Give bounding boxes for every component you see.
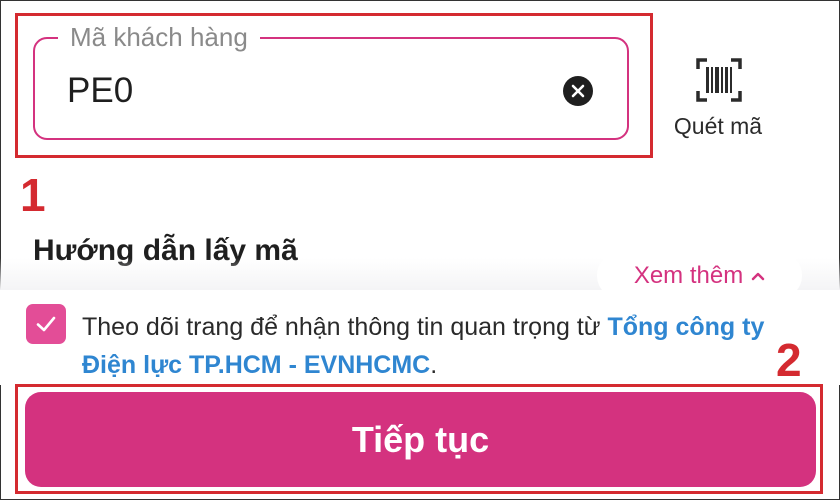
highlight-box-step-2 [15,384,823,494]
step-number-2: 2 [776,334,802,386]
see-more-label: Xem thêm [633,261,744,289]
scan-code-button[interactable]: Quét mã [662,52,774,140]
step-number-1: 1 [20,169,46,221]
consent-text: Theo dõi trang để nhận thông tin quan tr… [82,308,772,384]
consent-text-before: Theo dõi trang để nhận thông tin quan tr… [82,313,608,341]
scan-code-label: Quét mã [673,113,763,139]
consent-checkbox[interactable] [26,304,66,344]
consent-text-after: . [430,351,438,379]
checkmark-icon [36,316,56,332]
highlight-box-step-1 [15,13,653,158]
chevron-up-icon [751,272,765,280]
barcode-scan-icon [696,58,742,102]
